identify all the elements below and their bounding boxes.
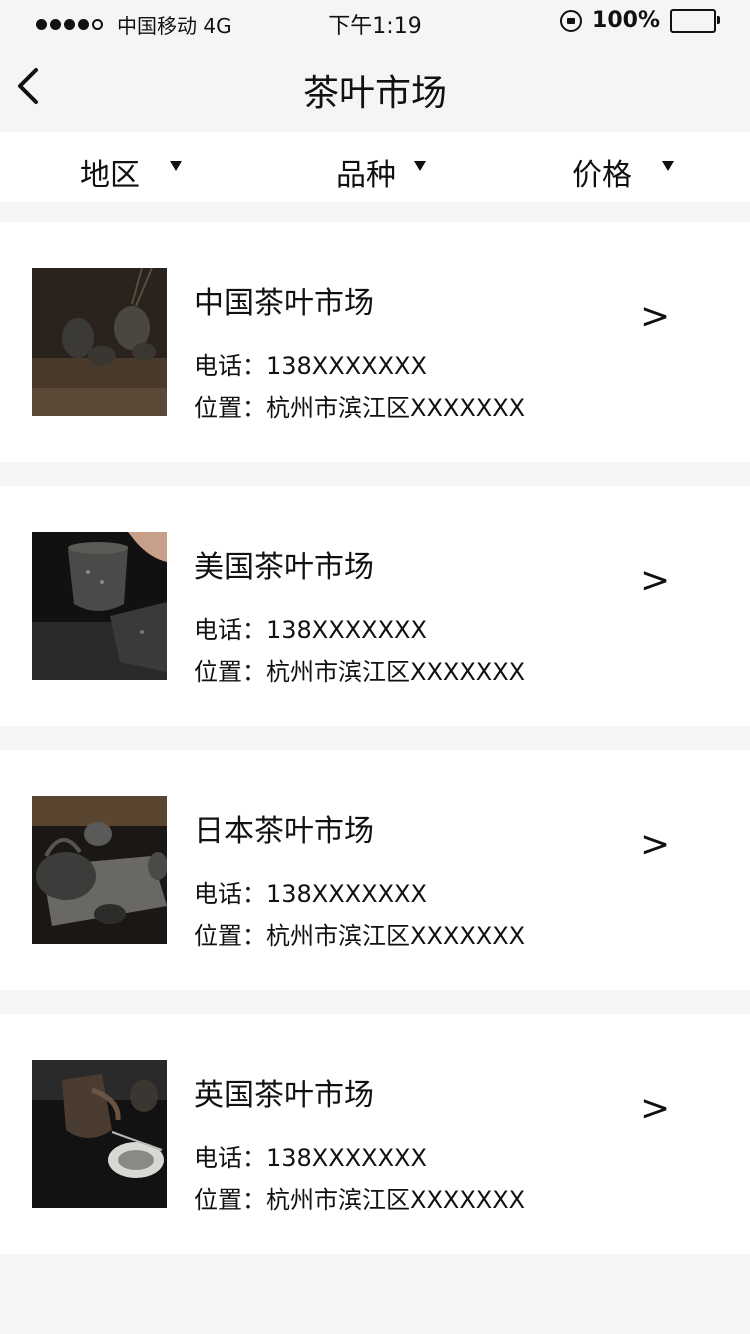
- caret-down-icon: [414, 161, 426, 171]
- market-card[interactable]: 中国茶叶市场 电话：138XXXXXXX 位置：杭州市滨江区XXXXXXX >: [0, 222, 750, 462]
- market-phone: 电话：138XXXXXXX: [194, 616, 427, 644]
- market-thumbnail: [32, 1060, 167, 1208]
- tea-pitcher-image: [32, 1060, 167, 1208]
- market-card[interactable]: 美国茶叶市场 电话：138XXXXXXX 位置：杭州市滨江区XXXXXXX >: [0, 486, 750, 726]
- market-thumbnail: [32, 268, 167, 416]
- tea-cup-image: [32, 532, 167, 680]
- filter-price-label: 价格: [572, 158, 632, 193]
- filter-price[interactable]: 价格: [572, 150, 674, 194]
- battery-percent: 100%: [592, 8, 660, 33]
- market-address: 位置：杭州市滨江区XXXXXXX: [194, 394, 526, 422]
- battery-icon: [670, 8, 720, 33]
- market-card[interactable]: 日本茶叶市场 电话：138XXXXXXX 位置：杭州市滨江区XXXXXXX >: [0, 750, 750, 990]
- chevron-right-icon[interactable]: >: [640, 296, 670, 337]
- caret-down-icon: [662, 161, 674, 171]
- filter-variety[interactable]: 品种: [336, 150, 426, 194]
- market-name: 中国茶叶市场: [194, 286, 374, 321]
- page-title: 茶叶市场: [302, 73, 447, 114]
- chevron-right-icon[interactable]: >: [640, 1088, 670, 1129]
- chevron-right-icon[interactable]: >: [640, 824, 670, 865]
- market-name: 美国茶叶市场: [194, 550, 374, 585]
- battery-info: 100%: [560, 8, 720, 33]
- filter-variety-label: 品种: [336, 158, 396, 193]
- caret-down-icon: [170, 161, 182, 171]
- market-card[interactable]: 英国茶叶市场 电话：138XXXXXXX 位置：杭州市滨江区XXXXXXX >: [0, 1014, 750, 1254]
- market-phone: 电话：138XXXXXXX: [194, 1144, 427, 1172]
- market-address: 位置：杭州市滨江区XXXXXXX: [194, 922, 526, 950]
- nav-bar: 茶叶市场: [0, 44, 750, 132]
- teapot-image: [32, 796, 167, 944]
- market-phone: 电话：138XXXXXXX: [194, 352, 427, 380]
- filter-region[interactable]: 地区: [80, 150, 182, 194]
- status-bar: 中国移动 4G 下午1:19 100%: [0, 0, 750, 44]
- market-phone: 电话：138XXXXXXX: [194, 880, 427, 908]
- market-thumbnail: [32, 532, 167, 680]
- filter-bar: 地区 品种 价格: [0, 132, 750, 202]
- market-address: 位置：杭州市滨江区XXXXXXX: [194, 1186, 526, 1214]
- market-address: 位置：杭州市滨江区XXXXXXX: [194, 658, 526, 686]
- market-name: 英国茶叶市场: [194, 1078, 374, 1113]
- market-thumbnail: [32, 796, 167, 944]
- filter-region-label: 地区: [80, 158, 140, 193]
- market-name: 日本茶叶市场: [194, 814, 374, 849]
- chevron-right-icon[interactable]: >: [640, 560, 670, 601]
- orientation-lock-icon: [560, 9, 583, 32]
- tea-set-image: [32, 268, 167, 416]
